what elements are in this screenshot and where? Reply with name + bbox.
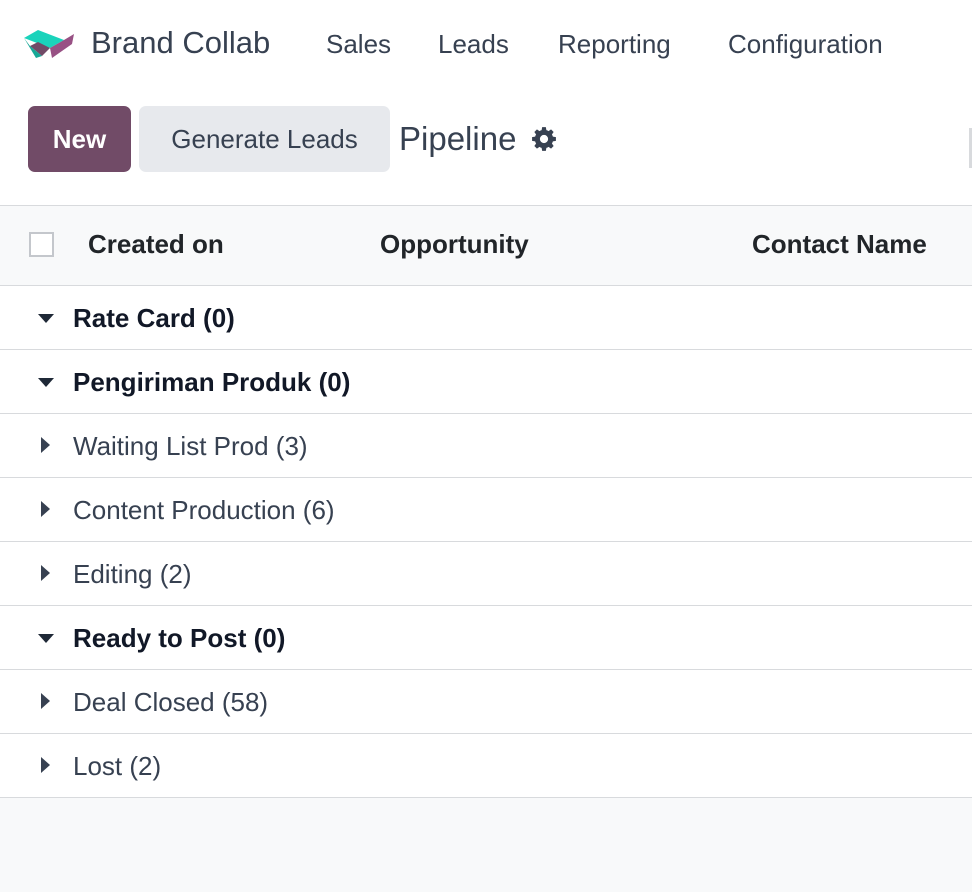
column-opportunity[interactable]: Opportunity: [380, 229, 529, 260]
group-row-deal-closed[interactable]: Deal Closed (58): [0, 670, 972, 734]
group-row-rate-card[interactable]: Rate Card (0): [0, 286, 972, 350]
column-created-on[interactable]: Created on: [88, 229, 224, 260]
control-panel: New Generate Leads Pipeline: [0, 90, 972, 205]
menu-leads[interactable]: Leads: [438, 29, 509, 60]
group-label: Content Production (6): [73, 495, 335, 525]
group-label: Pengiriman Produk (0): [73, 367, 351, 397]
group-list: Rate Card (0) Pengiriman Produk (0) Wait…: [0, 286, 972, 798]
group-label: Ready to Post (0): [73, 623, 286, 653]
group-label: Rate Card (0): [73, 303, 235, 333]
menu-sales[interactable]: Sales: [326, 29, 391, 60]
group-label: Waiting List Prod (3): [73, 431, 308, 461]
list-header: Created on Opportunity Contact Name: [0, 205, 972, 286]
app-window: Brand Collab Sales Leads Reporting Confi…: [0, 0, 972, 892]
app-logo-icon[interactable]: [22, 26, 76, 62]
group-row-ready-to-post[interactable]: Ready to Post (0): [0, 606, 972, 670]
app-name[interactable]: Brand Collab: [91, 25, 270, 61]
group-row-waiting-list-prod[interactable]: Waiting List Prod (3): [0, 414, 972, 478]
generate-leads-button[interactable]: Generate Leads: [139, 106, 390, 172]
page-title: Pipeline: [399, 120, 517, 157]
group-row-content-production[interactable]: Content Production (6): [0, 478, 972, 542]
menu-configuration[interactable]: Configuration: [728, 29, 883, 60]
caret-right-icon: [41, 437, 50, 453]
group-row-lost[interactable]: Lost (2): [0, 734, 972, 798]
gear-icon[interactable]: [531, 126, 557, 152]
caret-down-icon: [38, 378, 54, 387]
column-contact-name[interactable]: Contact Name: [752, 229, 927, 260]
group-label: Lost (2): [73, 751, 162, 781]
select-all-checkbox[interactable]: [29, 232, 54, 257]
caret-down-icon: [38, 314, 54, 323]
caret-right-icon: [41, 501, 50, 517]
caret-right-icon: [41, 565, 50, 581]
caret-down-icon: [38, 634, 54, 643]
menu-reporting[interactable]: Reporting: [558, 29, 671, 60]
group-row-pengiriman-produk[interactable]: Pengiriman Produk (0): [0, 350, 972, 414]
caret-right-icon: [41, 693, 50, 709]
new-button[interactable]: New: [28, 106, 131, 172]
top-navbar: Brand Collab Sales Leads Reporting Confi…: [0, 0, 972, 90]
caret-right-icon: [41, 757, 50, 773]
group-label: Deal Closed (58): [73, 687, 269, 717]
group-row-editing[interactable]: Editing (2): [0, 542, 972, 606]
group-label: Editing (2): [73, 559, 192, 589]
